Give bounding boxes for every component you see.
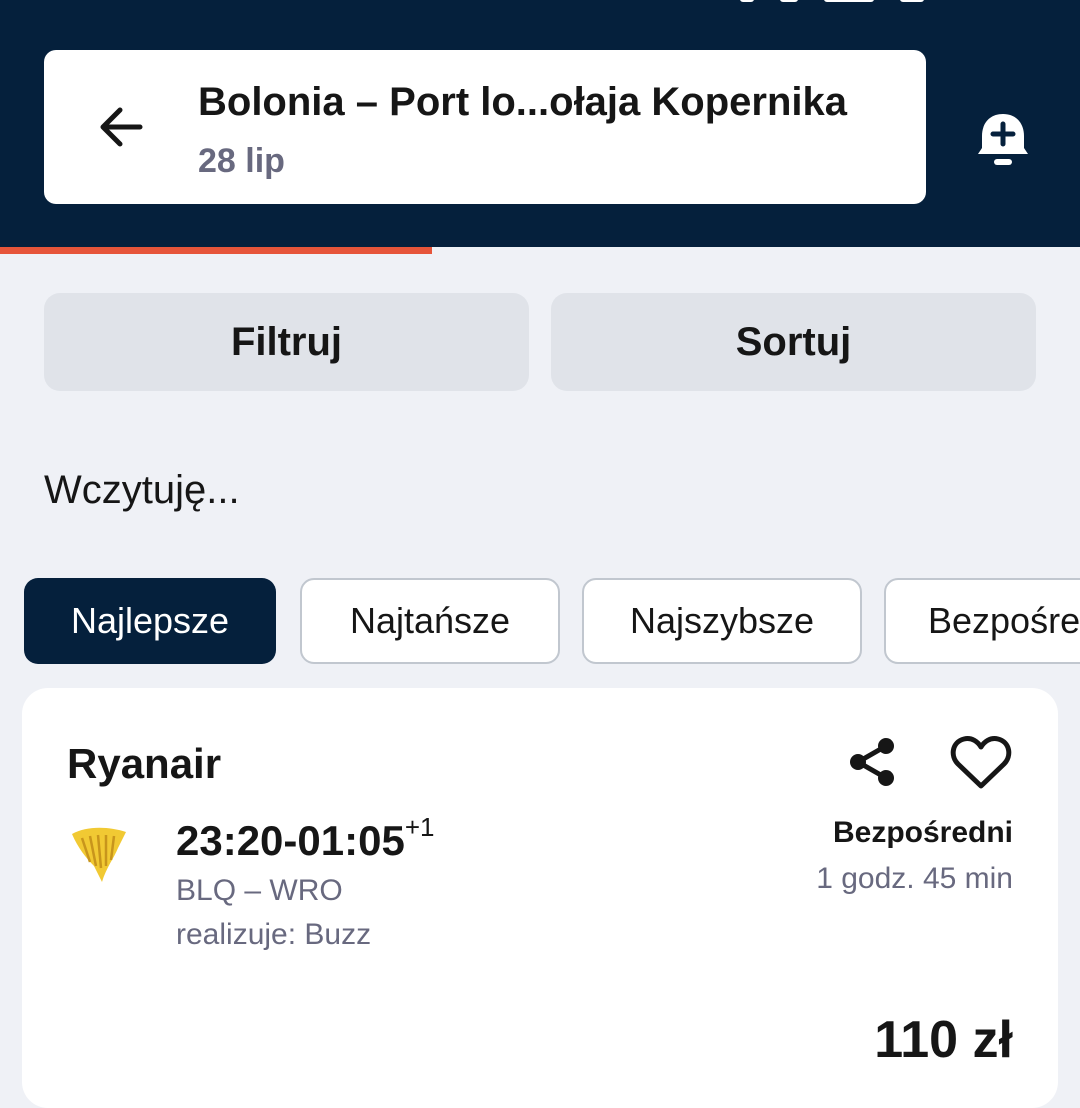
price[interactable]: 110 zł [874,1010,1013,1070]
share-icon[interactable] [846,736,898,788]
status-bar-icons [740,0,924,6]
tab-direct[interactable]: Bezpośre [884,578,1080,664]
day-offset: +1 [404,812,435,842]
tab-cheapest[interactable]: Najtańsze [300,578,560,664]
back-arrow-icon[interactable] [96,102,146,152]
search-progress-fill [0,247,432,254]
operated-by: realizuje: Buzz [176,918,372,951]
tab-best[interactable]: Najlepsze [24,578,276,664]
search-summary-box[interactable] [44,50,926,204]
heart-icon[interactable] [950,734,1012,790]
airline-name: Ryanair [67,740,222,787]
sort-button[interactable]: Sortuj [551,293,1036,391]
bell-plus-icon[interactable] [974,108,1032,170]
search-progress-bar [0,247,1080,254]
route-airports: BLQ – WRO [176,874,343,907]
flight-duration: 1 godz. 45 min [816,862,1013,895]
ryanair-harp-logo [68,822,130,884]
route-title: Bolonia – Port lo...ołaja Kopernika [198,80,848,124]
stops-label: Bezpośredni [832,816,1013,849]
travel-date: 28 lip [198,142,285,180]
filter-button[interactable]: Filtruj [44,293,529,391]
tab-fastest[interactable]: Najszybsze [582,578,862,664]
flight-times: 23:20-01:05+1 [176,812,435,864]
loading-text: Wczytuję... [44,468,240,512]
